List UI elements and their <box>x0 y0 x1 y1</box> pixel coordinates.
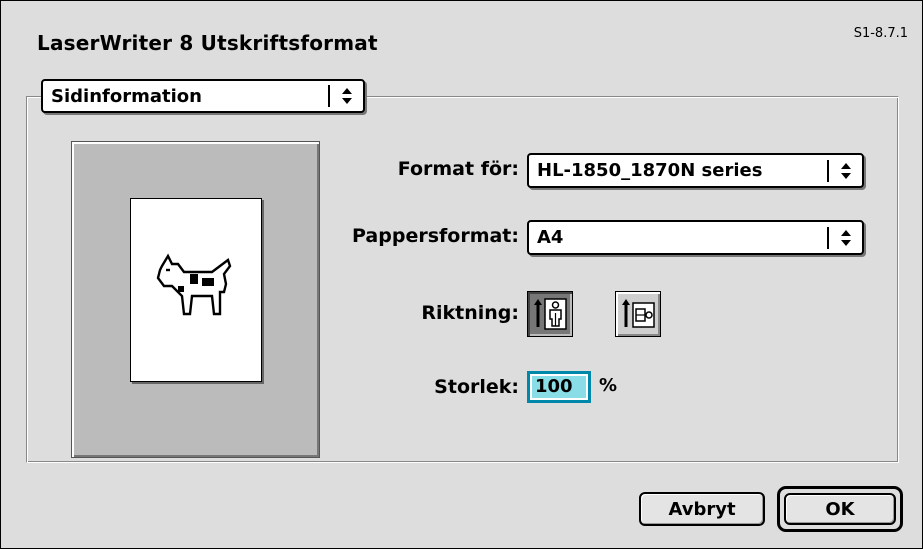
format-popup-menu[interactable]: HL-1850_1870N series <box>527 153 864 188</box>
orientation-label: Riktning: <box>421 302 519 324</box>
portrait-orientation-icon <box>534 298 567 330</box>
portrait-orientation-button[interactable] <box>527 291 573 337</box>
scale-input[interactable]: 100 <box>527 371 591 403</box>
landscape-orientation-button[interactable] <box>615 291 661 337</box>
updown-arrows-icon <box>827 226 857 249</box>
dialog-title: LaserWriter 8 Utskriftsformat <box>37 31 378 55</box>
section-popup-menu[interactable]: Sidinformation <box>41 79 365 113</box>
default-button-ring: OK <box>777 486 903 532</box>
landscape-orientation-icon <box>622 299 655 328</box>
dogcow-icon <box>156 253 232 316</box>
paper-preview <box>130 198 262 382</box>
page-preview <box>71 141 320 458</box>
scale-label: Storlek: <box>434 376 519 398</box>
paper-size-value: A4 <box>537 227 564 248</box>
version-label: S1-8.7.1 <box>853 26 908 41</box>
section-popup-label: Sidinformation <box>51 85 202 107</box>
ok-button[interactable]: OK <box>784 493 896 525</box>
updown-arrows-icon <box>827 159 857 182</box>
format-label: Format för: <box>397 158 519 180</box>
paper-size-popup-menu[interactable]: A4 <box>527 220 864 255</box>
cancel-button[interactable]: Avbryt <box>639 492 765 526</box>
scale-value: 100 <box>532 376 586 398</box>
scale-unit: % <box>599 375 618 396</box>
format-value: HL-1850_1870N series <box>537 160 763 181</box>
paper-size-label: Pappersformat: <box>352 225 519 247</box>
updown-arrows-icon <box>328 85 358 107</box>
page-setup-dialog: LaserWriter 8 Utskriftsformat S1-8.7.1 S… <box>0 0 923 549</box>
